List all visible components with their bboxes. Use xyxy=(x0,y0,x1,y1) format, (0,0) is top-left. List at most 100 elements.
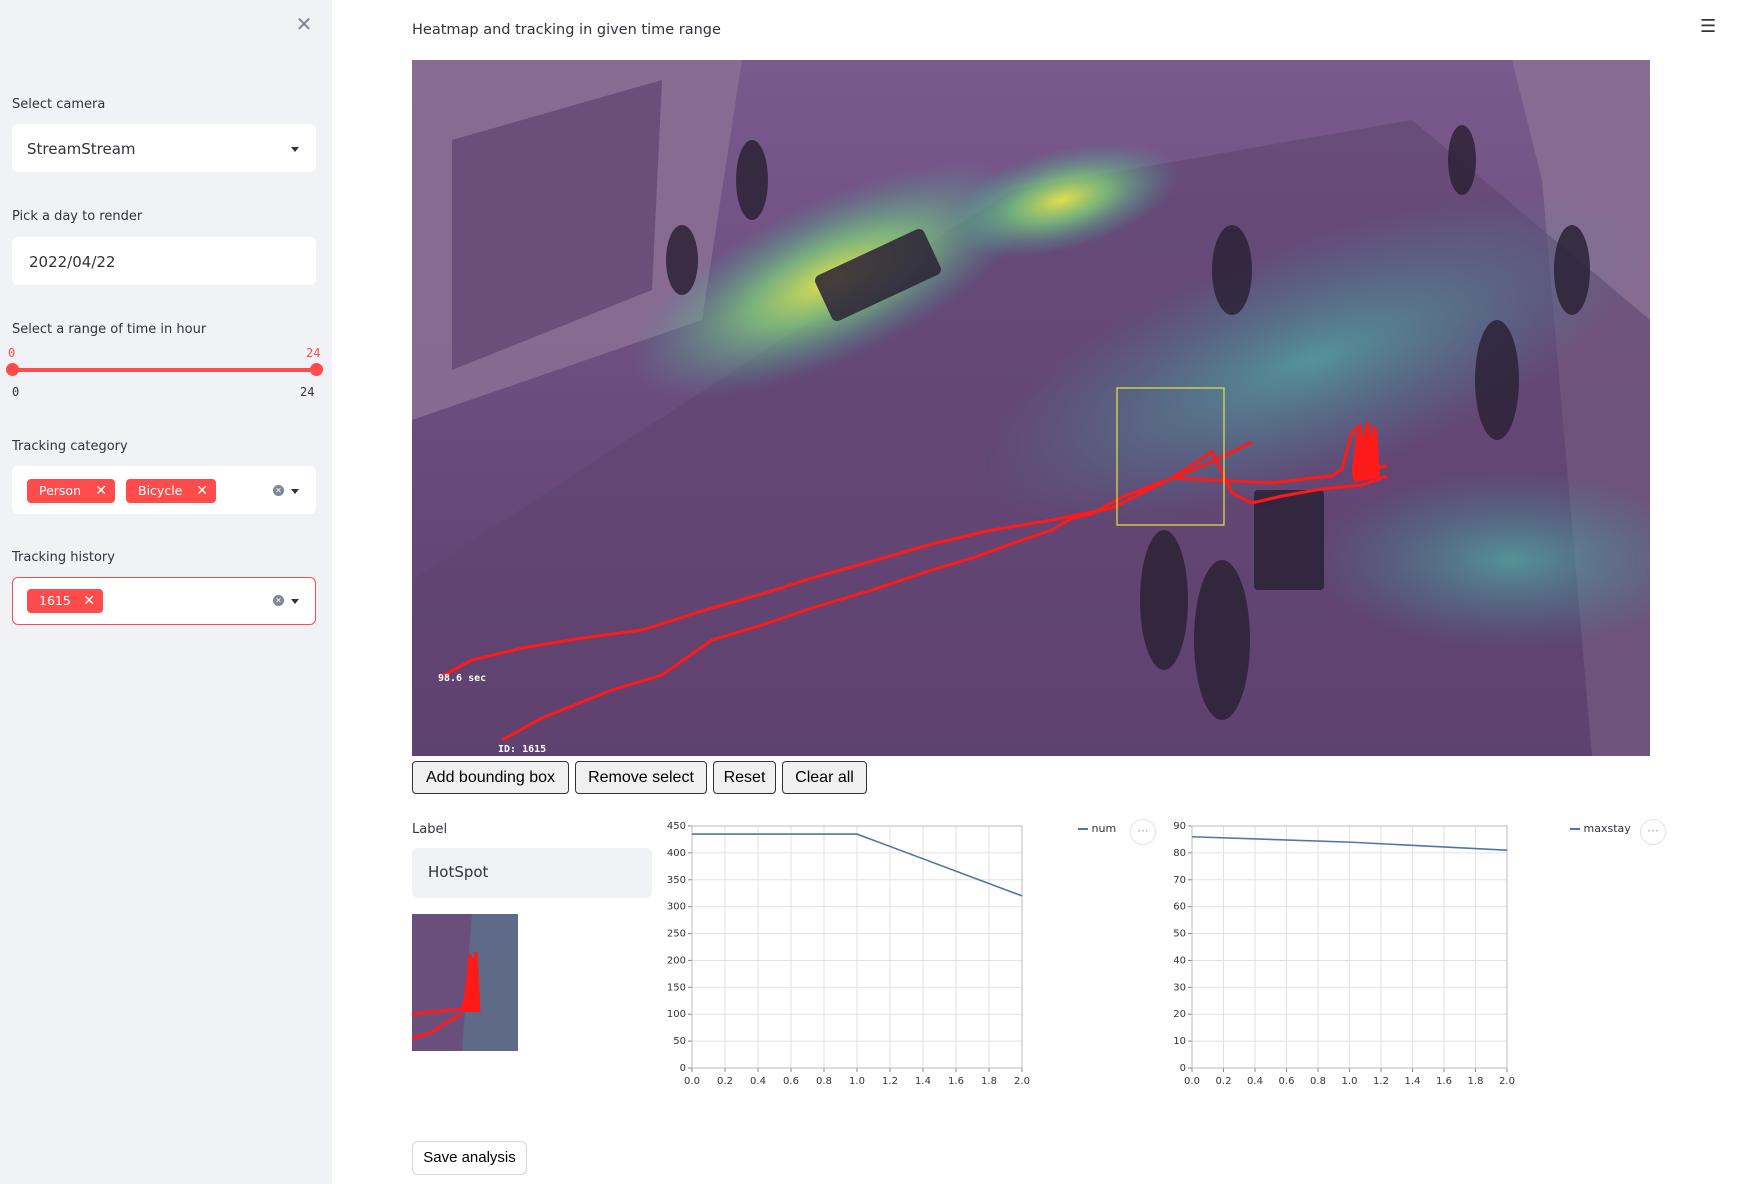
x-tick-label: 1.6 xyxy=(948,1076,964,1087)
history-label: Tracking history xyxy=(12,550,115,565)
tag-1615: 1615 ✕ xyxy=(27,589,103,613)
camera-select[interactable]: StreamStream xyxy=(12,124,316,172)
x-tick-label: 1.0 xyxy=(849,1076,865,1087)
remove-select-button[interactable]: Remove select xyxy=(575,761,707,794)
legend-num: num xyxy=(1078,822,1116,835)
x-tick-label: 2.0 xyxy=(1499,1076,1515,1087)
num-chart-svg: 0 50 100 150 200 250 300 350 400 450 0.0 0.2 0.4 0.6 0… xyxy=(667,821,1030,1087)
y-tick-label: 70 xyxy=(1173,875,1186,886)
maxstay-chart-svg: 0 10 20 30 40 50 60 70 80 90 0.0 0.2 0.4 0.6 0.8 1.0 1.2… xyxy=(1173,821,1515,1087)
tag-label: 1615 xyxy=(39,593,71,608)
legend-swatch xyxy=(1570,828,1580,830)
date-value: 2022/04/22 xyxy=(29,253,116,271)
y-tick-label: 300 xyxy=(667,902,686,913)
x-tick-label: 0.0 xyxy=(684,1076,700,1087)
x-tick-label: 0.6 xyxy=(1279,1076,1295,1087)
y-tick-label: 0 xyxy=(680,1063,686,1074)
slider-high-value: 24 xyxy=(306,346,321,360)
label-title: Label xyxy=(412,822,448,837)
legend-swatch xyxy=(1078,828,1088,830)
chevron-down-icon xyxy=(291,147,299,152)
x-tick-label: 1.2 xyxy=(1373,1076,1389,1087)
sidebar: ✕ Select camera StreamStream Pick a day … xyxy=(0,0,332,1184)
more-icon[interactable]: ··· xyxy=(1640,819,1666,845)
x-tick-label: 0.6 xyxy=(783,1076,799,1087)
y-tick-label: 60 xyxy=(1173,902,1186,913)
add-bounding-box-button[interactable]: Add bounding box xyxy=(412,761,569,794)
camera-value: StreamStream xyxy=(27,140,136,158)
y-tick-label: 50 xyxy=(673,1036,686,1047)
day-label: Pick a day to render xyxy=(12,209,143,224)
slider-low-value: 0 xyxy=(8,346,16,360)
y-tick-label: 200 xyxy=(667,955,686,966)
history-multiselect[interactable]: 1615 ✕ ✕ xyxy=(12,577,316,625)
label-input[interactable]: HotSpot xyxy=(412,848,652,898)
page-title: Heatmap and tracking in given time range xyxy=(412,22,721,38)
y-tick-label: 90 xyxy=(1173,821,1186,832)
x-tick-label: 1.6 xyxy=(1436,1076,1452,1087)
category-label: Tracking category xyxy=(12,439,128,454)
y-tick-label: 450 xyxy=(667,821,686,832)
legend-maxstay: maxstay xyxy=(1570,822,1631,835)
num-chart: 0 50 100 150 200 250 300 350 400 450 0.0 0.2 0.4 0.6 0… xyxy=(652,812,1118,1126)
time-range-slider[interactable] xyxy=(12,368,316,372)
menu-icon[interactable]: ☰ xyxy=(1700,16,1716,37)
close-icon[interactable]: ✕ xyxy=(83,589,95,613)
x-tick-label: 0.4 xyxy=(750,1076,766,1087)
slider-low-handle[interactable] xyxy=(6,363,19,376)
clear-icon[interactable]: ✕ xyxy=(273,595,284,606)
slider-min-label: 0 xyxy=(12,385,20,399)
x-tick-label: 2.0 xyxy=(1014,1076,1030,1087)
tag-person: Person ✕ xyxy=(27,479,115,503)
y-tick-label: 150 xyxy=(667,982,686,993)
chevron-down-icon xyxy=(291,489,299,494)
y-tick-label: 50 xyxy=(1173,929,1186,940)
x-tick-label: 1.4 xyxy=(1405,1076,1421,1087)
x-tick-label: 0.8 xyxy=(816,1076,832,1087)
x-tick-label: 1.8 xyxy=(981,1076,997,1087)
clear-icon[interactable]: ✕ xyxy=(273,485,284,496)
slider-max-label: 24 xyxy=(300,385,315,399)
x-tick-label: 0.0 xyxy=(1184,1076,1200,1087)
y-tick-label: 350 xyxy=(667,875,686,886)
y-tick-label: 10 xyxy=(1173,1036,1186,1047)
close-icon[interactable]: ✕ xyxy=(95,479,107,503)
x-tick-label: 1.8 xyxy=(1468,1076,1484,1087)
x-tick-label: 0.8 xyxy=(1310,1076,1326,1087)
slider-high-handle[interactable] xyxy=(310,363,323,376)
overlay-id-text: ID: 1615 xyxy=(498,744,546,755)
maxstay-chart: 0 10 20 30 40 50 60 70 80 90 0.0 0.2 0.4 0.6 0.8 1.0 1.2… xyxy=(1152,812,1618,1126)
y-tick-label: 400 xyxy=(667,848,686,859)
save-analysis-button[interactable]: Save analysis xyxy=(412,1141,527,1175)
tag-label: Bicycle xyxy=(138,483,183,498)
date-input[interactable]: 2022/04/22 xyxy=(12,237,316,285)
x-tick-label: 1.0 xyxy=(1342,1076,1358,1087)
heatmap-image[interactable]: 98.6 sec ID: 1615 xyxy=(412,60,1650,756)
legend-num-label: num xyxy=(1091,822,1117,835)
tag-label: Person xyxy=(39,483,82,498)
close-icon[interactable]: ✕ xyxy=(292,12,316,36)
x-tick-label: 0.2 xyxy=(1216,1076,1232,1087)
app-root: ✕ Select camera StreamStream Pick a day … xyxy=(0,0,1744,1184)
y-tick-label: 40 xyxy=(1173,955,1186,966)
x-tick-label: 0.4 xyxy=(1247,1076,1263,1087)
y-tick-label: 80 xyxy=(1173,848,1186,859)
hotspot-thumbnail xyxy=(412,914,518,1051)
y-tick-label: 100 xyxy=(667,1009,686,1020)
x-tick-label: 1.4 xyxy=(915,1076,931,1087)
close-icon[interactable]: ✕ xyxy=(196,479,208,503)
legend-maxstay-label: maxstay xyxy=(1583,822,1631,835)
y-tick-label: 0 xyxy=(1180,1063,1186,1074)
reset-button[interactable]: Reset xyxy=(713,761,776,794)
label-value: HotSpot xyxy=(428,863,489,881)
y-tick-label: 250 xyxy=(667,929,686,940)
x-tick-label: 0.2 xyxy=(717,1076,733,1087)
category-multiselect[interactable]: Person ✕ Bicycle ✕ ✕ xyxy=(12,466,316,514)
camera-label: Select camera xyxy=(12,97,106,112)
y-tick-label: 30 xyxy=(1173,982,1186,993)
overlay-time-text: 98.6 sec xyxy=(438,673,486,684)
clear-all-button[interactable]: Clear all xyxy=(782,761,867,794)
tag-bicycle: Bicycle ✕ xyxy=(126,479,216,503)
chevron-down-icon xyxy=(291,599,299,604)
x-tick-label: 1.2 xyxy=(882,1076,898,1087)
